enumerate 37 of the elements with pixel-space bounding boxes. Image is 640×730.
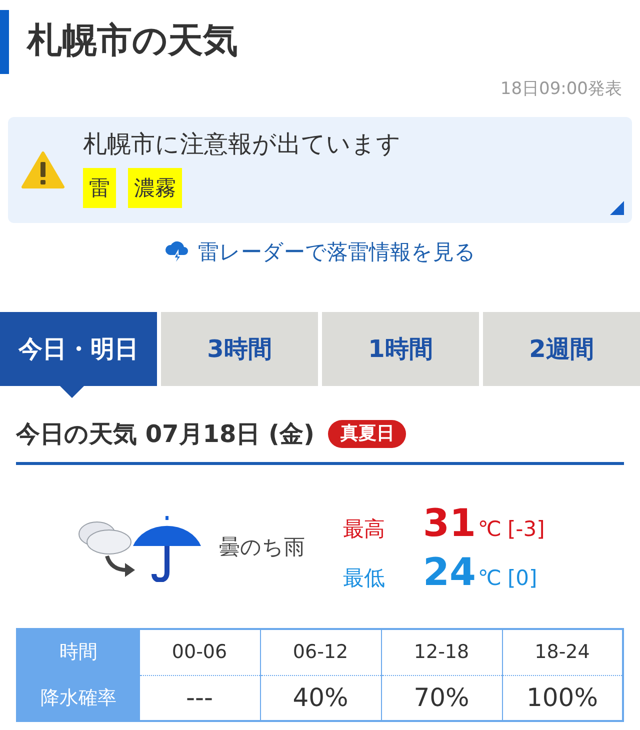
tab[interactable]: 2週間 bbox=[483, 312, 640, 386]
cloud-then-umbrella-icon bbox=[77, 514, 201, 582]
weather-condition: 曇のち雨 bbox=[219, 534, 305, 561]
warning-tag: 雷 bbox=[83, 168, 116, 208]
title-accent-bar bbox=[0, 10, 9, 74]
table-cell: --- bbox=[139, 675, 260, 721]
table-cell: 40% bbox=[260, 675, 381, 721]
tab[interactable]: 3時間 bbox=[161, 312, 318, 386]
tab[interactable]: 今日・明日 bbox=[0, 312, 157, 386]
warning-tag: 濃霧 bbox=[128, 168, 182, 208]
alert-panel[interactable]: 札幌市に注意報が出ています 雷 濃霧 bbox=[8, 116, 632, 222]
high-temp-label: 最高 bbox=[343, 516, 386, 543]
low-temp-label: 最低 bbox=[343, 564, 386, 592]
warning-icon bbox=[21, 150, 65, 188]
summer-day-badge: 真夏日 bbox=[328, 420, 406, 448]
table-cell: 100% bbox=[502, 675, 623, 721]
alert-message: 札幌市に注意報が出ています bbox=[83, 128, 401, 160]
tab-pointer-icon bbox=[60, 386, 84, 398]
table-cell: 12-18 bbox=[381, 629, 502, 675]
issued-time: 18日09:00発表 bbox=[500, 78, 622, 101]
temp-difference: [-3] bbox=[507, 516, 545, 543]
page-title: 札幌市の天気 bbox=[27, 20, 238, 64]
table-cell: 18-24 bbox=[502, 629, 623, 675]
radar-link[interactable]: 雷レーダーで落雷情報を見る bbox=[198, 236, 476, 268]
temp-unit: ℃ bbox=[478, 564, 502, 592]
corner-triangle-icon bbox=[610, 200, 624, 214]
temp-unit: ℃ bbox=[478, 516, 502, 543]
temp-difference: [0] bbox=[507, 564, 538, 592]
table-cell: 00-06 bbox=[139, 629, 260, 675]
tab[interactable]: 1時間 bbox=[322, 312, 479, 386]
table-cell: 06-12 bbox=[260, 629, 381, 675]
row-header: 時間 bbox=[17, 629, 139, 675]
forecast-heading: 今日の天気 07月18日 (金) bbox=[16, 419, 314, 450]
high-temp-value: 31 bbox=[423, 501, 476, 545]
row-header: 降水確率 bbox=[17, 675, 139, 721]
table-cell: 70% bbox=[381, 675, 502, 721]
low-temp-value: 24 bbox=[423, 550, 476, 594]
